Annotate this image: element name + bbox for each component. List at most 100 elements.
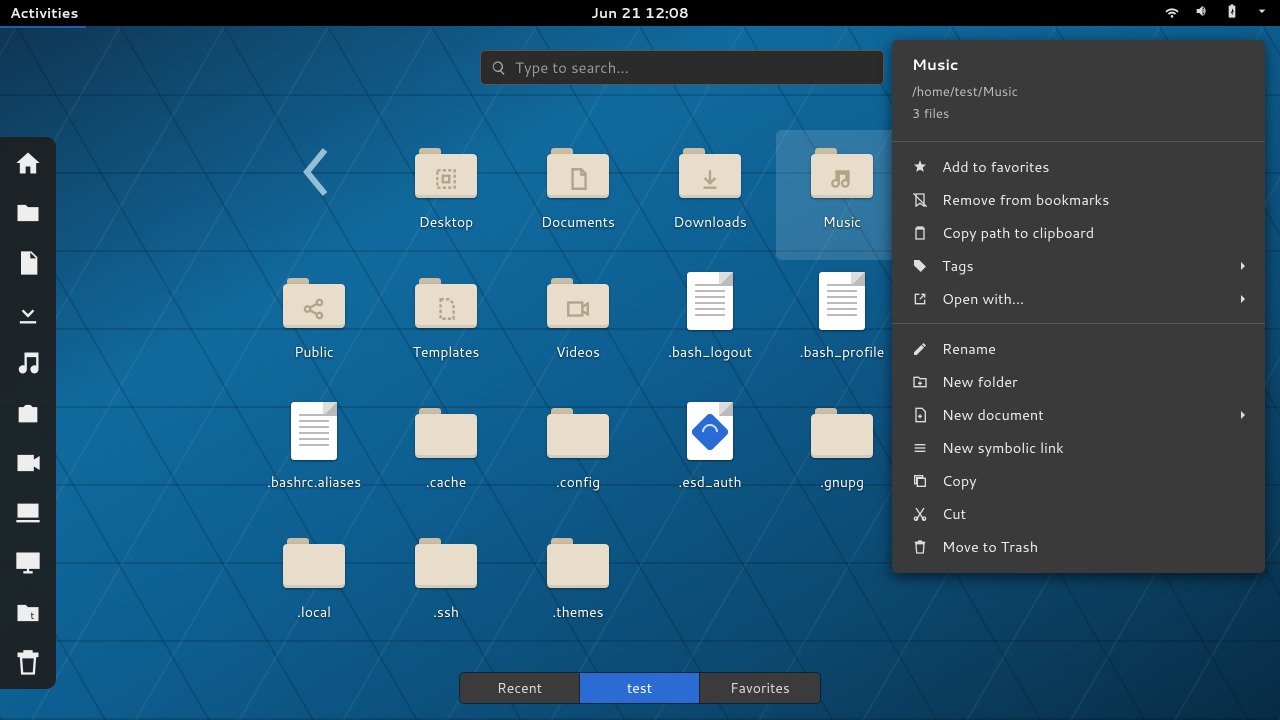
menu-item[interactable]: New document bbox=[892, 398, 1265, 431]
computer-icon[interactable] bbox=[10, 495, 46, 531]
grid-item[interactable]: .esd_auth bbox=[644, 390, 776, 520]
folder-icon bbox=[414, 268, 478, 332]
grid-item[interactable]: .local bbox=[248, 520, 380, 650]
activities-indicator bbox=[0, 26, 86, 28]
svg-text:t: t bbox=[30, 609, 34, 623]
activities-button[interactable]: Activities bbox=[10, 3, 78, 23]
context-menu-title: Music bbox=[912, 54, 1245, 75]
grid-item-label: Videos bbox=[556, 342, 600, 362]
folder-icon bbox=[678, 138, 742, 202]
grid-item[interactable]: Public bbox=[248, 260, 380, 390]
menu-item-label: New document bbox=[942, 404, 1044, 425]
grid-item-label: .bashrc.aliases bbox=[267, 472, 361, 492]
files-icon[interactable] bbox=[10, 195, 46, 231]
menu-item[interactable]: Tags bbox=[892, 249, 1265, 282]
menu-item-label: Rename bbox=[942, 338, 996, 359]
menu-item[interactable]: Copy path to clipboard bbox=[892, 216, 1265, 249]
grid-item[interactable]: .config bbox=[512, 390, 644, 520]
grid-item[interactable]: Templates bbox=[380, 260, 512, 390]
menu-item[interactable]: New symbolic link bbox=[892, 431, 1265, 464]
battery-icon[interactable] bbox=[1224, 3, 1240, 24]
menu-item[interactable]: Open with... bbox=[892, 282, 1265, 315]
overview-search[interactable]: Type to search... bbox=[480, 50, 884, 85]
grid-item-label: .bash_logout bbox=[668, 342, 752, 362]
chevron-right-icon bbox=[1235, 258, 1251, 274]
downloads-icon[interactable] bbox=[10, 295, 46, 331]
clock[interactable]: Jun 21 12:08 bbox=[0, 3, 1280, 23]
grid-item[interactable]: Desktop bbox=[380, 130, 512, 260]
grid-item[interactable]: .cache bbox=[380, 390, 512, 520]
wifi-icon[interactable] bbox=[1164, 3, 1180, 24]
grid-item[interactable]: Videos bbox=[512, 260, 644, 390]
menu-item[interactable]: Rename bbox=[892, 332, 1265, 365]
context-menu-path: /home/test/Music bbox=[912, 83, 1245, 101]
menu-item-label: Remove from bookmarks bbox=[942, 189, 1109, 210]
grid-item-label: .themes bbox=[552, 602, 603, 622]
grid-item-label: .cache bbox=[426, 472, 467, 492]
folder-icon bbox=[282, 268, 346, 332]
document-icon[interactable] bbox=[10, 245, 46, 281]
chevron-right-icon bbox=[1235, 407, 1251, 423]
grid-item[interactable]: Music bbox=[776, 130, 908, 260]
music-icon[interactable] bbox=[10, 345, 46, 381]
grid-item-label: .esd_auth bbox=[678, 472, 741, 492]
menu-item[interactable]: Cut bbox=[892, 497, 1265, 530]
home-icon[interactable] bbox=[10, 145, 46, 181]
templates-icon[interactable]: t bbox=[10, 595, 46, 631]
grid-item-label: .bash_profile bbox=[800, 342, 885, 362]
menu-item[interactable]: Copy bbox=[892, 464, 1265, 497]
grid-item[interactable]: .bashrc.aliases bbox=[248, 390, 380, 520]
menu-item-label: Copy path to clipboard bbox=[942, 222, 1094, 243]
menu-item[interactable]: Move to Trash bbox=[892, 530, 1265, 563]
file-grid: Desktop DocumentsDownloadsMusic Public Temp… bbox=[248, 130, 908, 650]
view-tab[interactable]: Favorites bbox=[700, 673, 820, 703]
view-tab[interactable]: test bbox=[580, 673, 700, 703]
menu-item-label: Cut bbox=[942, 503, 966, 524]
file-icon bbox=[282, 398, 346, 462]
context-menu: Music /home/test/Music 3 files Add to fa… bbox=[892, 40, 1265, 573]
folder-icon bbox=[810, 398, 874, 462]
network-icon[interactable] bbox=[10, 545, 46, 581]
context-menu-count: 3 files bbox=[912, 105, 1245, 123]
folder-icon bbox=[414, 138, 478, 202]
videos-icon[interactable] bbox=[10, 445, 46, 481]
grid-item-label: .local bbox=[297, 602, 331, 622]
bookmark-remove-icon bbox=[912, 192, 928, 208]
newdoc-icon bbox=[912, 407, 928, 423]
folder-icon bbox=[810, 138, 874, 202]
folder-icon bbox=[282, 528, 346, 592]
folder-icon bbox=[414, 528, 478, 592]
folder-icon bbox=[414, 398, 478, 462]
grid-item[interactable]: .themes bbox=[512, 520, 644, 650]
trash-icon[interactable] bbox=[10, 645, 46, 681]
symlink-icon bbox=[912, 440, 928, 456]
view-tab[interactable]: Recent bbox=[460, 673, 580, 703]
folder-icon bbox=[546, 528, 610, 592]
menu-item[interactable]: Remove from bookmarks bbox=[892, 183, 1265, 216]
star-icon bbox=[912, 159, 928, 175]
grid-item-label: Templates bbox=[413, 342, 480, 362]
menu-item[interactable]: New folder bbox=[892, 365, 1265, 398]
grid-item[interactable]: .ssh bbox=[380, 520, 512, 650]
grid-item[interactable]: .bash_logout bbox=[644, 260, 776, 390]
grid-item[interactable]: .bash_profile bbox=[776, 260, 908, 390]
menu-caret-icon[interactable] bbox=[1254, 3, 1270, 24]
view-tabs: RecenttestFavorites bbox=[460, 673, 820, 703]
file-icon bbox=[678, 398, 742, 462]
folder-icon bbox=[546, 268, 610, 332]
grid-item[interactable]: Downloads bbox=[644, 130, 776, 260]
chevron-right-icon bbox=[1235, 291, 1251, 307]
grid-item-label: .gnupg bbox=[820, 472, 864, 492]
search-placeholder: Type to search... bbox=[515, 57, 629, 78]
grid-item-label: .config bbox=[556, 472, 600, 492]
file-icon bbox=[810, 268, 874, 332]
camera-icon[interactable] bbox=[10, 395, 46, 431]
menu-item-label: Copy bbox=[942, 470, 977, 491]
grid-item[interactable]: .gnupg bbox=[776, 390, 908, 520]
menu-item[interactable]: Add to favorites bbox=[892, 150, 1265, 183]
grid-item-label: Desktop bbox=[419, 212, 473, 232]
grid-item[interactable]: Documents bbox=[512, 130, 644, 260]
dash-sidebar: t bbox=[0, 137, 56, 689]
tag-icon bbox=[912, 258, 928, 274]
volume-icon[interactable] bbox=[1194, 3, 1210, 24]
